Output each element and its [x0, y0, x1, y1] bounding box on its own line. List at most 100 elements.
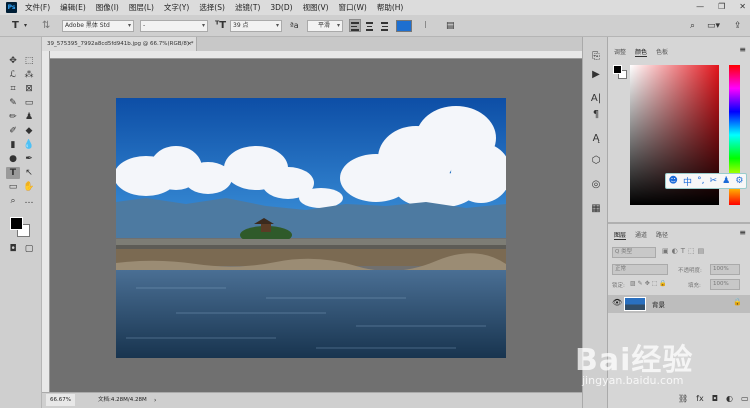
- type-tool-icon[interactable]: T: [6, 167, 20, 179]
- ime-chinese[interactable]: 中: [683, 175, 692, 188]
- layer-row[interactable]: 👁 背景 🔒: [608, 295, 750, 313]
- font-family-select[interactable]: Adobe 黑体 Std ▾: [62, 20, 134, 32]
- healing-brush-icon[interactable]: ▭: [22, 97, 36, 109]
- eraser-tool-icon[interactable]: ◆: [22, 125, 36, 137]
- link-layers-icon[interactable]: ⛓: [678, 394, 688, 403]
- menu-window[interactable]: 窗口(W): [339, 2, 367, 13]
- zoom-tool-icon[interactable]: ⌕: [6, 195, 20, 207]
- new-group-icon[interactable]: ▭: [741, 394, 749, 403]
- color-panel-foreground[interactable]: [613, 65, 622, 74]
- path-selection-icon[interactable]: ↖: [22, 167, 36, 179]
- menu-file[interactable]: 文件(F): [25, 2, 50, 13]
- tab-adjustments[interactable]: 调整: [614, 47, 626, 56]
- type-tool-icon[interactable]: T: [12, 19, 19, 33]
- menu-help[interactable]: 帮助(H): [377, 2, 404, 13]
- document-tab[interactable]: 39_575395_7992a8cd5fd941b.jpg @ 66.7%(RG…: [42, 37, 197, 51]
- menu-view[interactable]: 视图(V): [303, 2, 329, 13]
- gradient-tool-icon[interactable]: ▮: [6, 139, 20, 151]
- ime-user-icon[interactable]: ♟: [722, 176, 730, 186]
- ime-settings-icon[interactable]: ⚙: [735, 176, 743, 186]
- text-orientation-icon[interactable]: ⇅: [42, 19, 50, 33]
- close-icon[interactable]: ✕: [739, 2, 746, 11]
- tab-swatches[interactable]: 色板: [656, 47, 668, 56]
- magic-wand-icon[interactable]: ⁂: [22, 69, 36, 81]
- lock-icon[interactable]: 🔒: [733, 298, 742, 306]
- menu-filter[interactable]: 滤镜(T): [235, 2, 260, 13]
- properties-icon[interactable]: ◎: [590, 179, 602, 191]
- adjustment-icon[interactable]: ◐: [726, 394, 733, 403]
- layers-footer: ⛓ fx ◘ ◐ ▭ ⊞ 🗑: [678, 394, 750, 403]
- align-left-button[interactable]: [349, 19, 361, 32]
- layers-menu-icon[interactable]: ≡: [739, 228, 746, 237]
- workspace-icon[interactable]: ▭▾: [707, 19, 720, 33]
- brush-tool-icon[interactable]: ✏: [6, 111, 20, 123]
- blend-mode-select[interactable]: 正常: [612, 264, 668, 275]
- add-mask-icon[interactable]: ◘: [712, 394, 718, 403]
- zoom-level[interactable]: 66.67%: [46, 394, 75, 406]
- ime-scissors-icon[interactable]: ✂: [710, 176, 718, 186]
- character-panel-icon[interactable]: ▤: [446, 19, 455, 33]
- rectangle-tool-icon[interactable]: ▭: [6, 181, 20, 193]
- history-brush-icon[interactable]: ✐: [6, 125, 20, 137]
- chevron-down-icon[interactable]: ▾: [24, 19, 27, 33]
- eyedropper-icon[interactable]: ✎: [6, 97, 20, 109]
- opacity-field[interactable]: 100%: [710, 264, 740, 275]
- hand-tool-icon[interactable]: ✋: [22, 181, 36, 193]
- tab-paths[interactable]: 路径: [656, 230, 668, 239]
- document-image[interactable]: [116, 98, 506, 358]
- lock-icons[interactable]: ▨✎✥⬚🔒: [630, 280, 669, 287]
- move-tool-icon[interactable]: ✥: [6, 55, 20, 67]
- character-icon[interactable]: A|: [590, 93, 602, 105]
- canvas-area[interactable]: [50, 59, 582, 392]
- foreground-color-swatch[interactable]: [10, 217, 23, 230]
- search-icon[interactable]: ⌕: [690, 19, 695, 33]
- filter-icons[interactable]: ▣◐T⬚▤: [662, 247, 707, 255]
- tab-color[interactable]: 颜色: [635, 47, 648, 57]
- align-center-button[interactable]: [363, 19, 375, 32]
- paragraph-icon[interactable]: ¶: [590, 109, 602, 121]
- quick-mask-icon[interactable]: ◘: [6, 243, 20, 255]
- pen-tool-icon[interactable]: ✒: [22, 153, 36, 165]
- menu-layer[interactable]: 图层(L): [129, 2, 154, 13]
- fx-icon[interactable]: fx: [696, 394, 704, 403]
- menu-image[interactable]: 图像(I): [96, 2, 119, 13]
- close-tab-icon[interactable]: ×: [187, 37, 192, 51]
- layer-name[interactable]: 背景: [652, 299, 665, 309]
- menu-type[interactable]: 文字(Y): [164, 2, 189, 13]
- panel-menu-icon[interactable]: ≡: [739, 45, 746, 54]
- eye-icon[interactable]: 👁: [612, 298, 622, 307]
- history-icon[interactable]: ⎘: [590, 51, 602, 63]
- menu-3d[interactable]: 3D(D): [270, 3, 292, 12]
- font-style-select[interactable]: - ▾: [140, 20, 208, 32]
- restore-icon[interactable]: ❐: [718, 2, 725, 11]
- menu-edit[interactable]: 编辑(E): [60, 2, 86, 13]
- crop-tool-icon[interactable]: ⌗: [6, 83, 20, 95]
- text-color-swatch[interactable]: [396, 20, 412, 32]
- tab-layers[interactable]: 图层: [614, 230, 627, 240]
- more-tools-icon[interactable]: …: [22, 195, 36, 207]
- glyphs-icon[interactable]: Ą: [590, 133, 602, 145]
- chevron-right-icon[interactable]: ›: [154, 393, 156, 408]
- actions-play-icon[interactable]: ▶: [590, 69, 602, 81]
- share-icon[interactable]: ⇪: [734, 19, 742, 33]
- menu-select[interactable]: 选择(S): [199, 2, 225, 13]
- lasso-tool-icon[interactable]: ℒ: [6, 69, 20, 81]
- 3d-icon[interactable]: ⬡: [590, 155, 602, 167]
- tab-channels[interactable]: 通道: [635, 230, 647, 239]
- minimize-icon[interactable]: —: [696, 2, 704, 11]
- align-right-button[interactable]: [377, 19, 389, 32]
- ime-logo-icon[interactable]: ☻: [669, 176, 678, 186]
- stamp-tool-icon[interactable]: ♟: [22, 111, 36, 123]
- marquee-tool-icon[interactable]: ⬚: [22, 55, 36, 67]
- libraries-icon[interactable]: ▦: [590, 203, 602, 215]
- font-size-select[interactable]: 39 点 ▾: [230, 20, 282, 32]
- warp-text-icon[interactable]: Ⅰ: [424, 19, 427, 33]
- anti-alias-select[interactable]: 平滑 ▾: [307, 20, 343, 32]
- blur-tool-icon[interactable]: 💧: [22, 139, 36, 151]
- frame-tool-icon[interactable]: ⊠: [22, 83, 36, 95]
- fill-field[interactable]: 100%: [710, 279, 740, 290]
- ime-punct[interactable]: °,: [697, 176, 704, 186]
- layer-filter-select[interactable]: Q 类型: [612, 247, 656, 258]
- dodge-tool-icon[interactable]: ●: [6, 153, 20, 165]
- screen-mode-icon[interactable]: ▢: [22, 243, 36, 255]
